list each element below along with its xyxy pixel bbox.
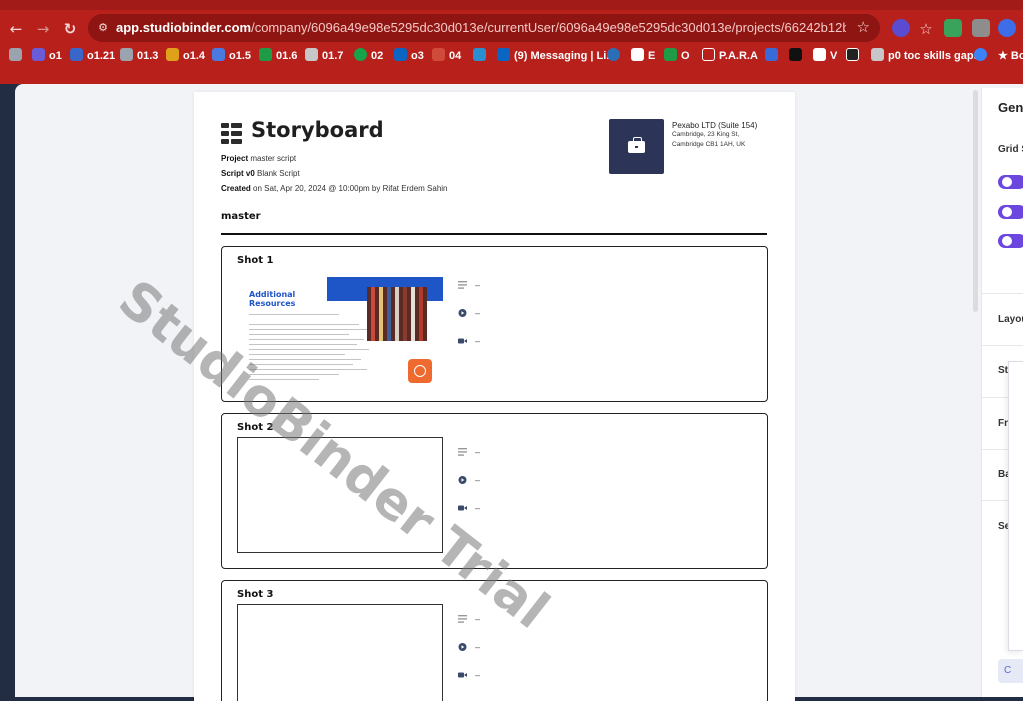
layout-label[interactable]: Layou (998, 314, 1023, 325)
bookmark-item[interactable]: 02 (354, 48, 383, 64)
bookmark-item[interactable]: O (664, 48, 690, 64)
play-circle-icon (458, 476, 467, 484)
script-line: Script v0 Blank Script (221, 169, 300, 178)
bookmarks-bar: o1 o1.21 01.3 o1.4 o1.5 01.6 01.7 02 o3 … (0, 46, 1023, 66)
description-icon (458, 615, 467, 623)
extension-icon[interactable] (972, 19, 990, 37)
extension-icon[interactable] (998, 19, 1016, 37)
address-bar[interactable]: ⚙ app.studiobinder.com/company/6096a49e9… (88, 14, 880, 42)
shot-frame-empty[interactable] (237, 604, 443, 701)
reload-icon[interactable]: ↻ (60, 19, 80, 39)
shot-frame-empty[interactable] (237, 437, 443, 553)
video-camera-icon (458, 338, 467, 344)
section-divider (221, 233, 767, 235)
bookmark-item[interactable] (974, 48, 991, 64)
company-logo (609, 119, 664, 174)
video-camera-icon (458, 505, 467, 511)
shot-card[interactable]: Shot 2 – – – (221, 413, 768, 569)
bookmark-star-icon[interactable]: ☆ (857, 18, 870, 36)
panel-action-button[interactable]: C (998, 659, 1023, 683)
bookmark-item[interactable] (765, 48, 782, 64)
company-name: Pexabo LTD (Suite 154) (672, 121, 758, 130)
video-camera-icon (458, 672, 467, 678)
url-text[interactable]: app.studiobinder.com/company/6096a49e98e… (116, 20, 846, 35)
bookmark-item[interactable] (607, 48, 624, 64)
play-circle-icon (458, 309, 467, 317)
thumbnail-title: Additional Resources (249, 290, 296, 308)
bookmark-item[interactable]: 01.7 (305, 48, 343, 64)
bookmark-item[interactable]: 04 (432, 48, 461, 64)
bookmark-item[interactable] (789, 48, 806, 64)
bookmark-item[interactable]: E (631, 48, 655, 64)
bookmark-item[interactable]: o3 (394, 48, 424, 64)
grid-toggle[interactable] (998, 175, 1023, 189)
forward-icon[interactable]: → (33, 19, 53, 39)
bookmark-item[interactable]: o1.21 (70, 48, 115, 64)
company-address-line: Cambridge CB1 1AH, UK (672, 141, 746, 148)
shot-thumbnail[interactable]: Additional Resources (237, 277, 443, 387)
shot-card[interactable]: Shot 1 Additional Resources – – – (221, 246, 768, 402)
bookmark-item[interactable]: 01.6 (259, 48, 297, 64)
description-icon (458, 448, 467, 456)
grid-settings-label: Grid S (998, 144, 1023, 155)
project-line: Project master script (221, 154, 297, 163)
bookmark-item[interactable] (9, 48, 26, 64)
thumbnail-document: Additional Resources (237, 277, 443, 387)
bookmark-item[interactable]: o1.5 (212, 48, 251, 64)
dropdown-popup[interactable] (1008, 361, 1023, 651)
panel-scrollbar[interactable] (973, 90, 978, 312)
bookmark-item[interactable]: ★ Bo (998, 48, 1023, 64)
settings-panel: Gen Grid S Layou St Fr Ba Se C (981, 88, 1023, 697)
bookmark-item[interactable]: o1 (32, 48, 62, 64)
bookmark-item[interactable]: p0 toc skills gaps (871, 48, 980, 64)
navigation-bar: ← → ↻ ⚙ app.studiobinder.com/company/609… (0, 14, 1023, 44)
bookmark-item[interactable]: (9) Messaging | Li... (497, 48, 615, 64)
storyboard-page: Storyboard Project master script Script … (194, 92, 795, 701)
frame-label[interactable]: Fr (998, 418, 1008, 429)
shot-label: Shot 1 (237, 255, 274, 266)
bookmark-item[interactable]: 01.3 (120, 48, 158, 64)
play-circle-icon (458, 643, 467, 651)
tab-strip (0, 0, 1023, 10)
bookmark-item[interactable]: V (813, 48, 837, 64)
star-icon[interactable]: ☆ (916, 19, 936, 39)
shot-card[interactable]: Shot 3 – – – (221, 580, 768, 701)
site-settings-icon[interactable]: ⚙ (95, 20, 111, 36)
bookmark-folder[interactable]: P.A.R.A (702, 48, 758, 64)
section-title: master (221, 211, 261, 222)
shot-label: Shot 2 (237, 422, 274, 433)
browser-chrome: ← → ↻ ⚙ app.studiobinder.com/company/609… (0, 0, 1023, 84)
page-title: Storyboard (251, 118, 384, 142)
panel-title: Gen (998, 100, 1023, 115)
bookmark-item[interactable] (473, 48, 490, 64)
grid-toggle[interactable] (998, 234, 1023, 248)
style-label[interactable]: St (998, 365, 1008, 376)
extension-icon[interactable] (944, 19, 962, 37)
created-line: Created on Sat, Apr 20, 2024 @ 10:00pm b… (221, 184, 448, 193)
back-icon[interactable]: ← (6, 19, 26, 39)
shot-label: Shot 3 (237, 589, 274, 600)
briefcase-icon (628, 137, 645, 153)
thumbnail-library-photo (367, 287, 427, 341)
grid-toggle[interactable] (998, 205, 1023, 219)
description-icon (458, 281, 467, 289)
bookmark-item[interactable]: o1.4 (166, 48, 205, 64)
storyboard-logo-icon (221, 123, 242, 144)
thumbnail-badge-icon (408, 359, 432, 383)
extension-icon[interactable] (892, 19, 910, 37)
company-address-line: Cambridge, 23 King St, (672, 131, 740, 138)
bookmark-item[interactable] (846, 48, 863, 64)
